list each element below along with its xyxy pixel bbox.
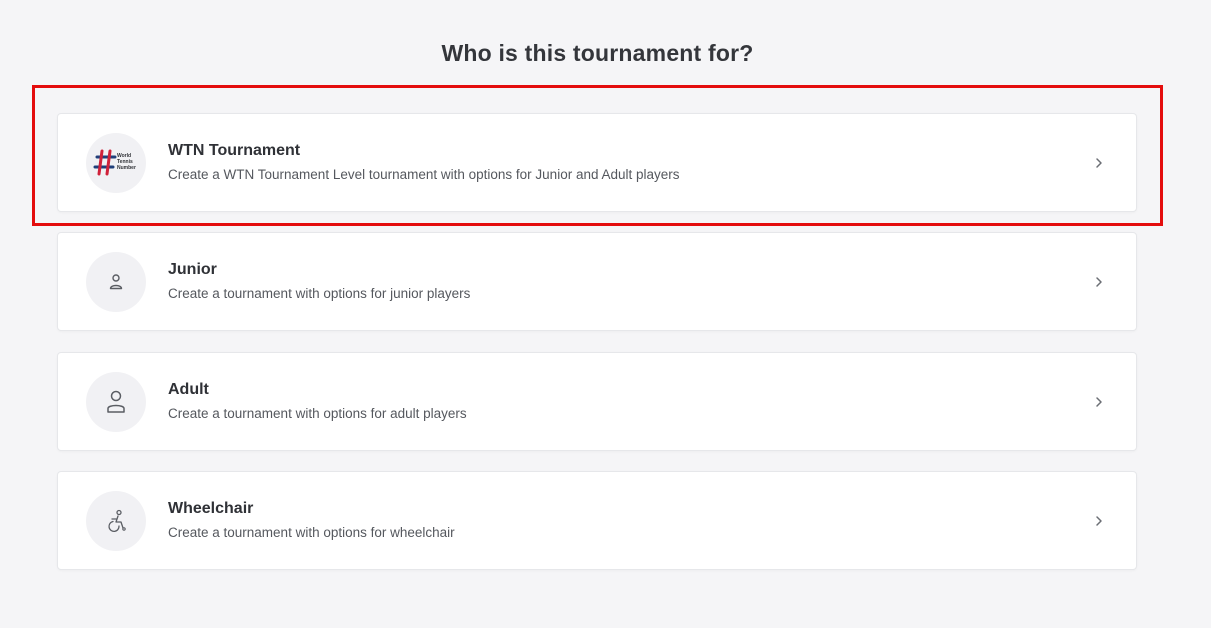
option-description: Create a tournament with options for whe… [168, 525, 455, 540]
option-description: Create a WTN Tournament Level tournament… [168, 167, 680, 182]
option-card-wtn-tournament[interactable]: World Tennis Number WTN Tournament Creat… [57, 113, 1137, 212]
option-description: Create a tournament with options for adu… [168, 406, 467, 421]
option-title: Wheelchair [168, 500, 254, 517]
wtn-logo-icon: World Tennis Number [86, 133, 146, 193]
adult-person-icon [86, 372, 146, 432]
option-title: Junior [168, 261, 217, 278]
svg-text:Number: Number [117, 165, 136, 171]
wheelchair-icon [86, 491, 146, 551]
option-title: WTN Tournament [168, 142, 301, 159]
option-card-wheelchair[interactable]: Wheelchair Create a tournament with opti… [57, 471, 1137, 570]
chevron-right-icon [1092, 394, 1106, 410]
junior-person-icon [86, 252, 146, 312]
option-card-junior[interactable]: Junior Create a tournament with options … [57, 232, 1137, 331]
option-title: Adult [168, 381, 209, 398]
chevron-right-icon [1092, 274, 1106, 290]
page-title: Who is this tournament for? [441, 40, 754, 66]
option-card-adult[interactable]: Adult Create a tournament with options f… [57, 352, 1137, 451]
chevron-right-icon [1092, 513, 1106, 529]
option-description: Create a tournament with options for jun… [168, 286, 471, 301]
chevron-right-icon [1092, 155, 1106, 171]
